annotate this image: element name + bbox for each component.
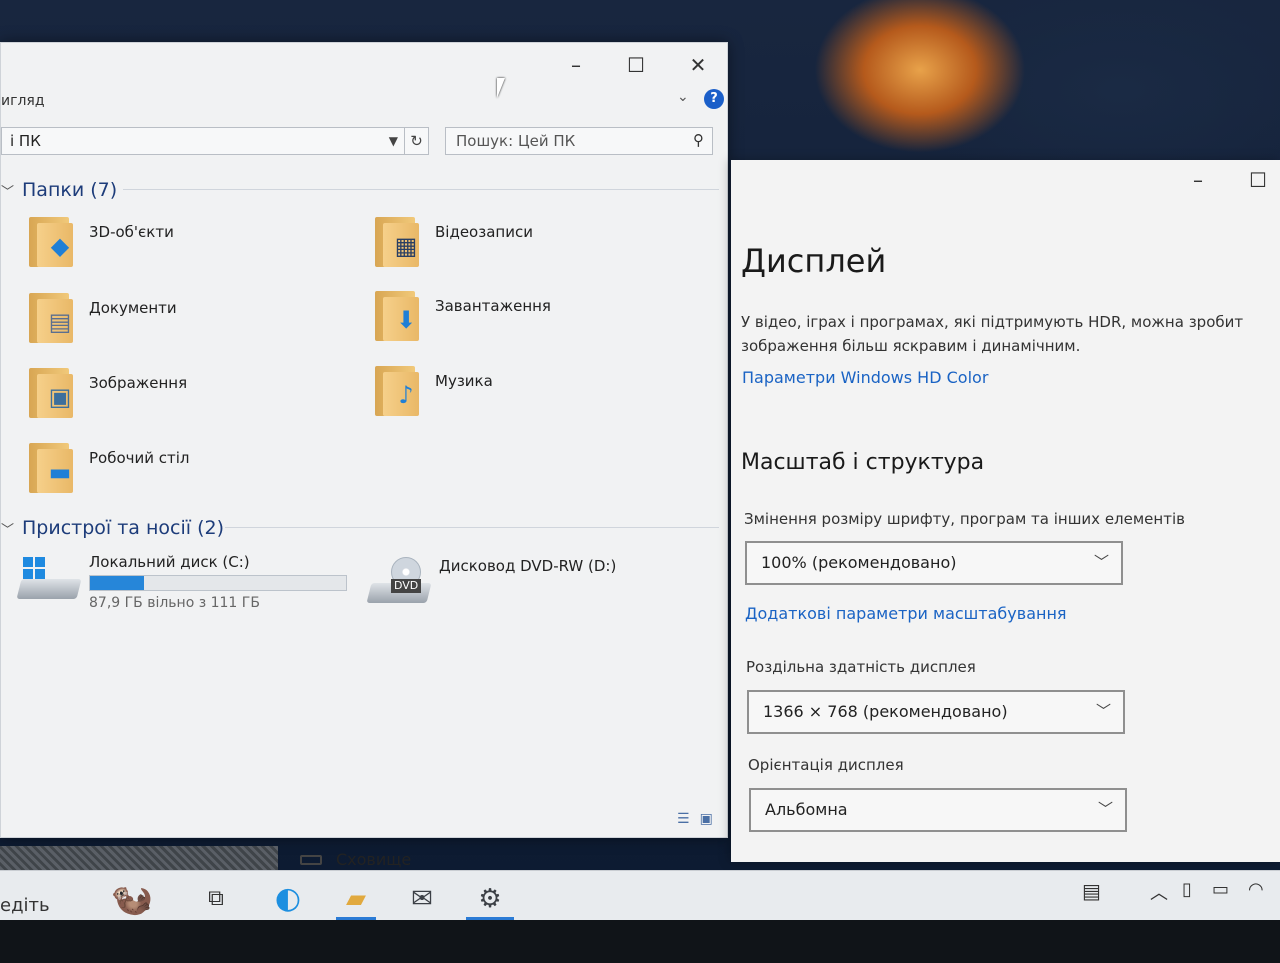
chevron-down-icon: ﹀ xyxy=(1095,702,1111,720)
dvd-drive-icon: DVD xyxy=(366,557,432,607)
orientation-value: Альбомна xyxy=(765,800,848,819)
file-explorer-icon[interactable]: ▰ xyxy=(334,879,378,919)
hdr-description-line: зображення більш яскравим і динамічним. xyxy=(741,337,1081,355)
storage-label: Сховище xyxy=(336,850,412,869)
search-placeholder: Пошук: Цей ПК xyxy=(456,132,576,150)
folder-label: Відеозаписи xyxy=(435,223,533,241)
refresh-button[interactable]: ↻ xyxy=(405,127,429,155)
ribbon-expand-icon[interactable]: ⌄ xyxy=(677,89,689,105)
devices-header-label: Пристрої та носії (2) xyxy=(22,517,224,539)
device-icon[interactable]: ▯ xyxy=(1182,879,1192,900)
hdr-color-settings-link[interactable]: Параметри Windows HD Color xyxy=(742,368,988,387)
storage-drive-icon xyxy=(300,854,322,865)
downloads-icon: ⬇ xyxy=(373,291,421,343)
screen-bezel xyxy=(0,920,1280,963)
view-switcher: ☰ ▣ xyxy=(677,811,713,827)
folders-header-label: Папки (7) xyxy=(22,179,118,201)
folder-desktop[interactable]: ▬ Робочий стіл xyxy=(27,443,190,495)
section-divider xyxy=(225,527,719,528)
drive-c[interactable]: Локальний диск (C:) 87,9 ГБ вільно з 111… xyxy=(16,553,347,611)
resolution-label: Роздільна здатність дисплея xyxy=(746,658,976,676)
page-title: Дисплей xyxy=(741,242,887,280)
address-text: і ПК xyxy=(10,132,41,150)
minimize-button[interactable]: – xyxy=(1175,166,1221,194)
local-disk-icon xyxy=(16,553,82,603)
drive-usage-bar xyxy=(89,575,347,591)
search-input[interactable]: Пошук: Цей ПК ⚲ xyxy=(445,127,713,155)
mouse-cursor-icon xyxy=(497,78,505,98)
orientation-label: Орієнтація дисплея xyxy=(748,756,904,774)
folder-pictures[interactable]: ▣ Зображення xyxy=(27,368,187,420)
edge-browser-icon[interactable]: ◐ xyxy=(266,879,310,919)
close-button[interactable]: ✕ xyxy=(675,51,721,79)
collapse-chevron-icon[interactable]: ﹀ xyxy=(1,181,14,200)
chevron-down-icon: ﹀ xyxy=(1097,800,1113,818)
battery-icon[interactable]: ▭ xyxy=(1212,879,1229,900)
documents-icon: ▤ xyxy=(27,293,75,345)
3d-objects-icon: ◆ xyxy=(27,217,75,269)
news-widget-icon[interactable]: ▤ xyxy=(1082,879,1101,903)
details-view-icon[interactable]: ☰ xyxy=(677,811,690,827)
advanced-scaling-link[interactable]: Додаткові параметри масштабування xyxy=(745,604,1067,623)
folder-label: Документи xyxy=(89,299,177,317)
taskbar-search-box[interactable]: едіть xyxy=(0,895,50,916)
maximize-button[interactable]: ☐ xyxy=(613,51,659,79)
folders-section-header[interactable]: ﹀ Папки (7) xyxy=(1,179,117,201)
drive-usage-fill xyxy=(90,576,144,590)
drive-d[interactable]: DVD Дисковод DVD-RW (D:) xyxy=(366,557,617,607)
music-icon: ♪ xyxy=(373,366,421,418)
folder-label: Музика xyxy=(435,372,493,390)
storage-item[interactable]: Сховище xyxy=(300,850,411,869)
devices-section-header[interactable]: ﹀ Пристрої та носії (2) xyxy=(1,517,224,539)
folder-3d-objects[interactable]: ◆ 3D-об'єкти xyxy=(27,217,174,269)
folder-label: Робочий стіл xyxy=(89,449,190,467)
folder-label: Завантаження xyxy=(435,297,551,315)
drive-label: Локальний диск (C:) xyxy=(89,553,250,571)
address-bar[interactable]: і ПК ▼ xyxy=(1,127,405,155)
collapse-chevron-icon[interactable]: ﹀ xyxy=(1,519,14,538)
taskbar: едіть 🦦 ⧉ ◐ ▰ ✉ ⚙ ▤ ︿ ▯ ▭ ◠ xyxy=(0,870,1280,920)
minimize-button[interactable]: – xyxy=(553,51,599,79)
orientation-dropdown[interactable]: Альбомна ﹀ xyxy=(749,788,1127,832)
folder-documents[interactable]: ▤ Документи xyxy=(27,293,177,345)
search-icon: ⚲ xyxy=(693,131,704,149)
mail-icon[interactable]: ✉ xyxy=(400,879,444,919)
large-icons-view-icon[interactable]: ▣ xyxy=(700,811,713,827)
resolution-dropdown[interactable]: 1366 × 768 (рекомендовано) ﹀ xyxy=(747,690,1125,734)
videos-icon: ▦ xyxy=(373,217,421,269)
otter-search-highlight-icon[interactable]: 🦦 xyxy=(88,879,176,919)
folder-music[interactable]: ♪ Музика xyxy=(373,366,493,418)
dvd-badge: DVD xyxy=(391,579,422,593)
file-explorer-window: – ☐ ✕ игляд ⌄ ? і ПК ▼ ↻ Пошук: Цей ПК ⚲… xyxy=(0,42,728,838)
ribbon-tab-view[interactable]: игляд xyxy=(1,93,45,109)
resolution-value: 1366 × 768 (рекомендовано) xyxy=(763,702,1008,721)
settings-window: – ☐ Дисплей У відео, іграх і програмах, … xyxy=(731,160,1280,862)
hdr-description-line: У відео, іграх і програмах, які підтриму… xyxy=(741,313,1244,331)
settings-gear-icon[interactable]: ⚙ xyxy=(468,879,512,919)
drive-label: Дисковод DVD-RW (D:) xyxy=(439,557,617,575)
scale-value: 100% (рекомендовано) xyxy=(761,553,957,572)
folder-videos[interactable]: ▦ Відеозаписи xyxy=(373,217,533,269)
maximize-button[interactable]: ☐ xyxy=(1235,166,1280,194)
drive-free-space: 87,9 ГБ вільно з 111 ГБ xyxy=(89,595,260,611)
scale-layout-header: Масштаб і структура xyxy=(741,450,985,475)
address-history-chevron-icon[interactable]: ▼ xyxy=(389,132,398,150)
chevron-up-icon[interactable]: ︿ xyxy=(1150,879,1168,905)
folder-label: Зображення xyxy=(89,374,188,392)
chevron-down-icon: ﹀ xyxy=(1093,553,1109,571)
desktop-icon: ▬ xyxy=(27,443,75,495)
folder-downloads[interactable]: ⬇ Завантаження xyxy=(373,291,551,343)
task-view-icon[interactable]: ⧉ xyxy=(200,879,232,919)
help-icon[interactable]: ? xyxy=(704,89,724,109)
section-divider xyxy=(123,189,719,190)
hdr-description: У відео, іграх і програмах, які підтриму… xyxy=(741,310,1280,358)
pictures-icon: ▣ xyxy=(27,368,75,420)
scale-dropdown[interactable]: 100% (рекомендовано) ﹀ xyxy=(745,541,1123,585)
scale-label: Змінення розміру шрифту, програм та інши… xyxy=(744,510,1185,528)
wifi-icon[interactable]: ◠ xyxy=(1248,879,1264,900)
storage-strip xyxy=(0,846,278,870)
folder-label: 3D-об'єкти xyxy=(89,223,174,241)
